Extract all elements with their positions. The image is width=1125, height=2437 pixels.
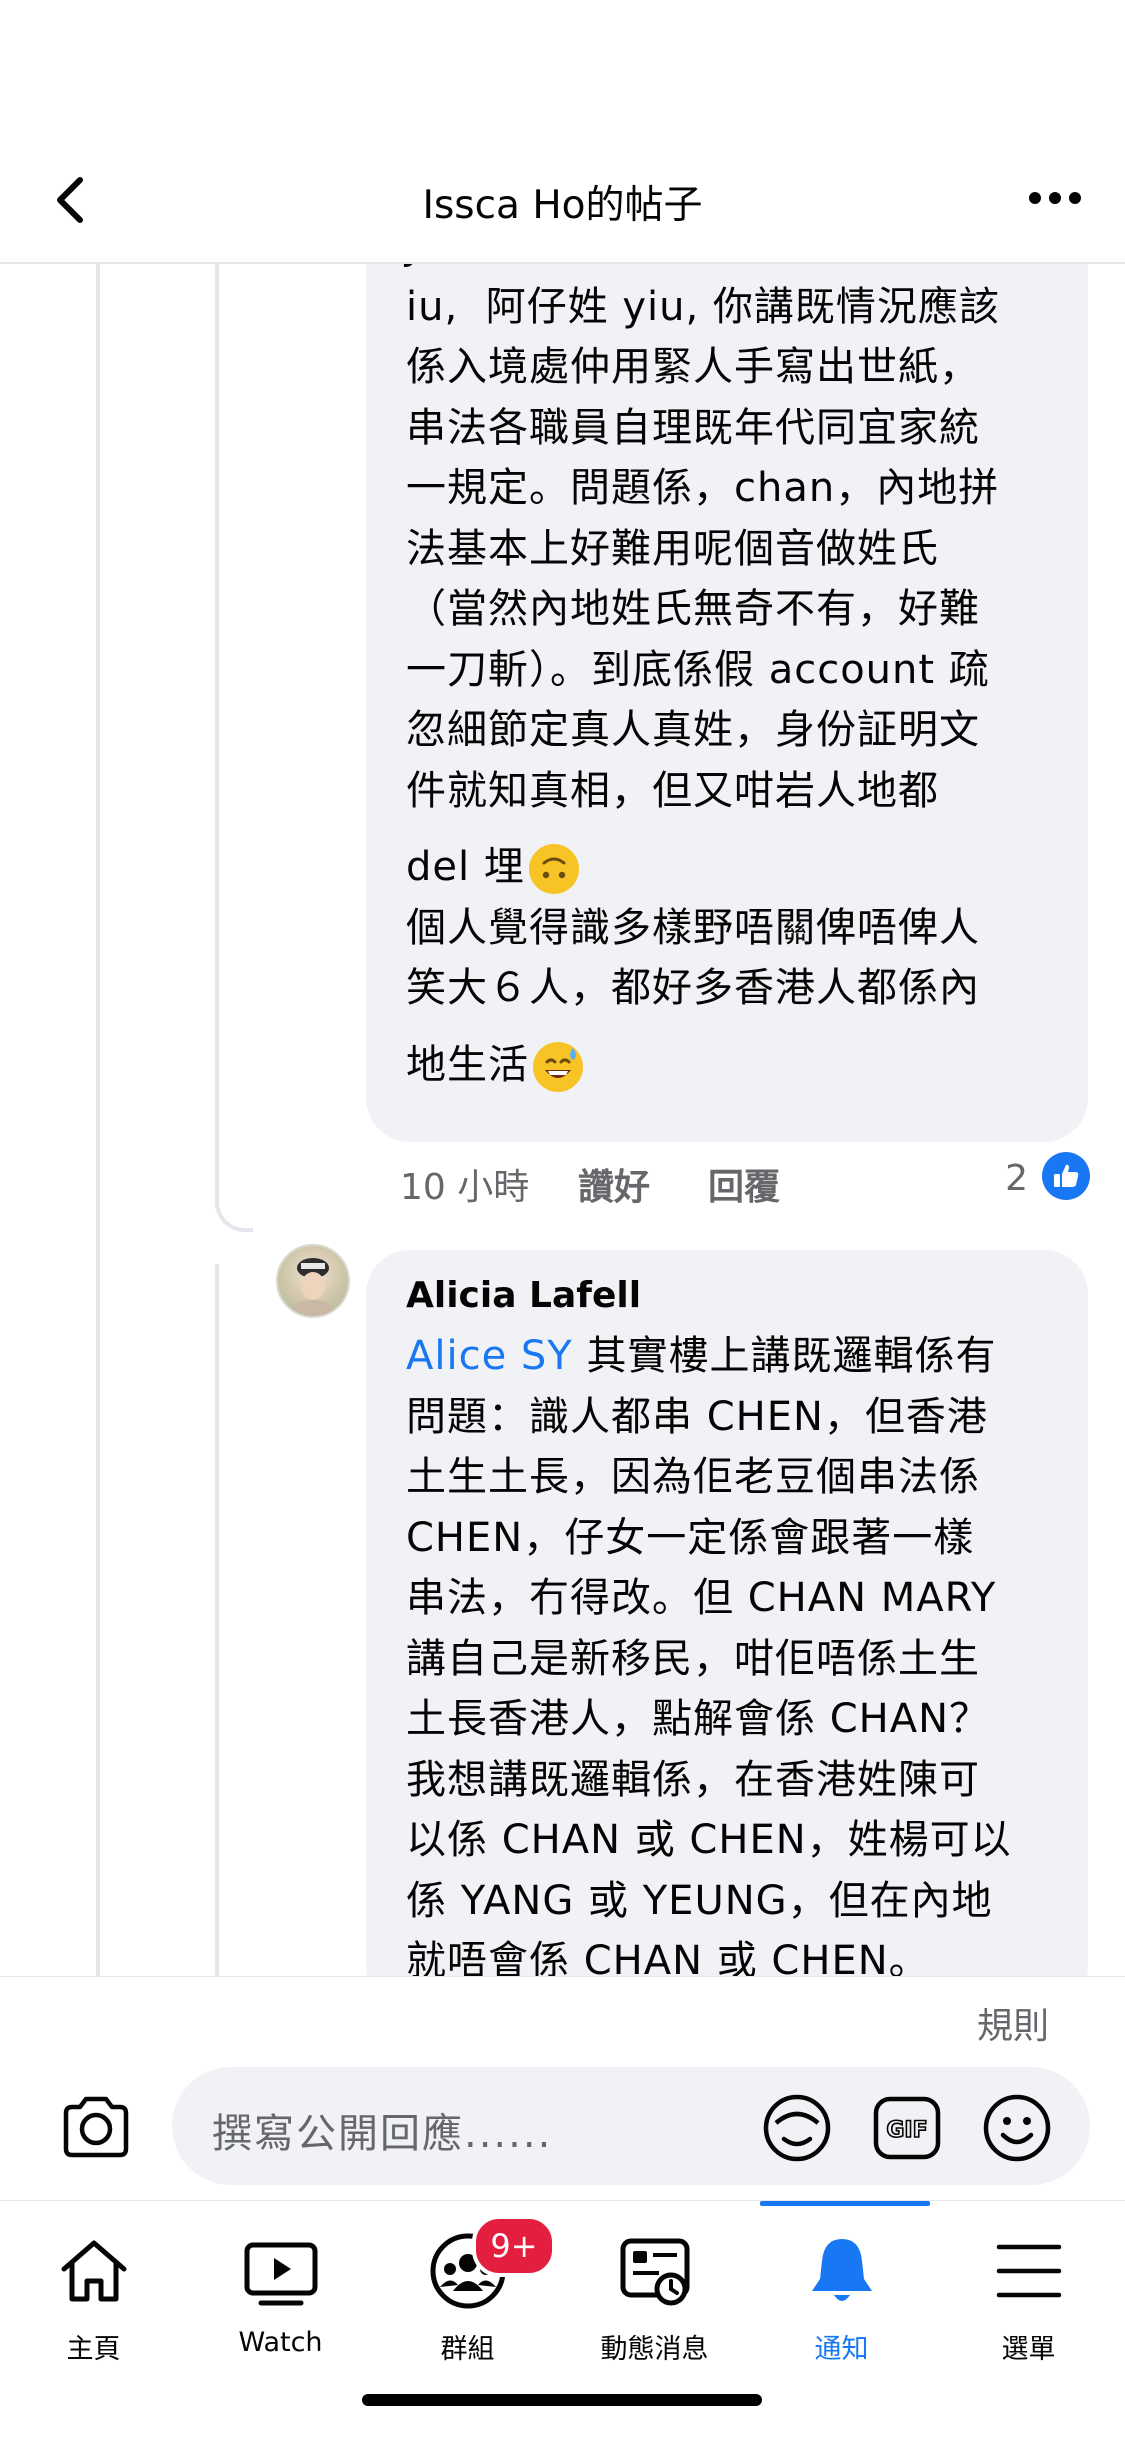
notification-badge: 9+ [472,2215,556,2277]
tab-label: 通知 [814,2334,869,2365]
comment-bubble[interactable]: Alicia Lafell Alice SY 其實樓上講既邏輯係有 問題：識人都… [366,1250,1088,1976]
watch-icon [244,2242,317,2306]
comment-text: del 埋 [406,844,525,890]
top-nav-bar: Issca Ho的帖子 [0,150,1125,264]
tab-label: Watch [238,2327,323,2358]
comment-line: Janice Chan 我都有親戚阿爸姓 [406,264,1058,277]
comment-line: 講自己是新移民，咁佢唔係土生 [406,1635,980,1682]
comment-line: 以係 CHAN 或 CHEN，姓楊可以 [406,1817,1012,1863]
tab-news-feed[interactable]: 動態消息 [561,2201,748,2371]
reaction-count[interactable]: 2 [1005,1158,1028,1199]
comment-meta: 10 小時 讚好 回覆 2 [400,1152,1090,1212]
page-title: Issca Ho的帖子 [422,183,703,228]
comment-line: 法基本上好難用呢個音做姓氏 [406,525,939,572]
comment-line: 係 YANG 或 YEUNG，但在內地 [406,1877,993,1924]
comment-line: CHEN，仔女一定係會跟著一樣 [406,1514,975,1561]
tab-watch[interactable]: Watch [187,2201,374,2371]
comment-line: 笑大６人，都好多香港人都係內 [406,965,980,1011]
comment-line: Alice SY 其實樓上講既邏輯係有 [406,1326,1058,1387]
comment-line: 串法各職員自理既年代同宜家統 [406,404,980,451]
grinning-sweat-emoji-icon [533,1041,583,1092]
home-indicator [362,2394,762,2406]
bell-icon [811,2239,872,2301]
smiley-icon [983,2094,1051,2162]
comment-line: 問題：識人都串 CHEN，但香港 [406,1393,988,1440]
comment-author[interactable]: Alicia Lafell [406,1250,1058,1326]
comment-line: 就唔會係 CHAN 或 CHEN。 [406,1938,930,1976]
comment-bubble[interactable]: Janice Chan 我都有親戚阿爸姓 iu, 阿仔姓 yiu, 你講既情況應… [366,264,1088,1142]
tab-label: 主頁 [66,2334,121,2365]
rules-link[interactable]: 規則 [977,1997,1049,2049]
more-options-button[interactable] [1025,178,1085,218]
avatar-sticker-icon [763,2094,831,2162]
emoji-button[interactable] [982,2093,1052,2163]
reply-button[interactable]: 回覆 [708,1158,780,1210]
comment-input[interactable]: 撰寫公開回應...... GIF [172,2067,1090,2185]
comment-line-with-emoji: del 埋 [406,837,1058,898]
tab-menu[interactable]: 選單 [935,2201,1122,2371]
status-bar [0,0,1125,150]
thread-line-outer [96,264,100,1976]
tab-notifications[interactable]: 通知 [748,2201,935,2371]
comment-line: 土長香港人，點解會係 CHAN？ [406,1696,991,1742]
comment-line: 係入境處仲用緊人手寫出世紙， [406,344,980,390]
tab-label: 選單 [1001,2334,1056,2365]
comment-line-with-emoji: 地生活 [406,1035,1058,1096]
comment-text: 地生活 [406,1041,529,1088]
gif-icon-label: GIF [886,2118,927,2143]
comment-line: 一規定。問題係，chan，內地拼 [406,465,1000,511]
thread-line-inner-lower [215,1264,219,1976]
thumbs-up-icon [1054,1164,1079,1187]
news-feed-icon [620,2238,689,2306]
comment-line: 件就知真相，但又咁岩人地都 [406,767,939,814]
gif-icon: GIF [873,2096,941,2160]
comment-line: 我想講既邏輯係，在香港姓陳可 [406,1756,980,1803]
home-icon [61,2240,126,2302]
like-reaction-badge[interactable] [1042,1152,1090,1200]
menu-icon [996,2244,1061,2298]
mention-link[interactable]: Alice SY [406,1333,573,1379]
thread-connector [215,1194,253,1232]
camera-button[interactable] [56,2087,136,2167]
tab-label: 動態消息 [600,2334,709,2365]
avatar[interactable] [276,1244,350,1318]
comment-text: 其實樓上講既邏輯係有 [572,1333,997,1379]
comment-composer: 規則 撰寫公開回應...... GIF [0,1976,1125,2201]
thread-line-inner [215,264,219,1199]
comment-line: iu, 阿仔姓 yiu, 你講既情況應該 [406,283,1000,330]
gif-button[interactable]: GIF [872,2093,942,2163]
like-button[interactable]: 讚好 [578,1158,650,1210]
comment-line: 一刀斬）。到底係假 account 疏 [406,646,990,693]
comment-input-placeholder: 撰寫公開回應...... [212,2111,553,2157]
avatar-sticker-button[interactable] [762,2093,832,2163]
comment-line: 個人覺得識多樣野唔關俾唔俾人 [406,904,980,951]
comment-line: 忽細節定真人真姓，身份証明文 [406,707,980,753]
comment-line: 串法，冇得改。但 CHAN MARY [406,1575,997,1621]
more-dots-icon [1029,192,1081,204]
comment-timestamp: 10 小時 [400,1167,530,1208]
comments-scroll-area[interactable]: Janice Chan 我都有親戚阿爸姓 iu, 阿仔姓 yiu, 你講既情況應… [0,264,1125,1976]
camera-icon [63,2096,129,2158]
comment-line: 土生土長，因為佢老豆個串法係 [406,1454,980,1500]
comment-line: （當然內地姓氏無奇不有，好難 [406,586,980,632]
tab-home[interactable]: 主頁 [0,2201,187,2371]
upside-down-face-emoji-icon [528,844,579,894]
tab-label: 群組 [440,2334,495,2365]
